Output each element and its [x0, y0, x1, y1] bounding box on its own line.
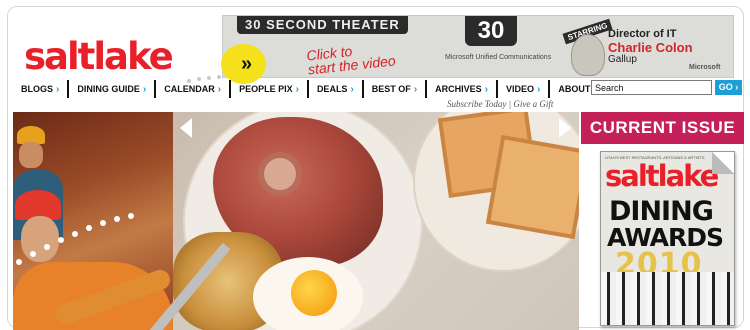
ad-company: Gallup	[608, 54, 637, 65]
search-go-button[interactable]: GO ›	[715, 80, 742, 95]
chevron-right-icon: ›	[56, 83, 60, 95]
chevron-right-icon: ›	[484, 83, 489, 95]
nav-label: PEOPLE PIX	[239, 84, 293, 94]
ad-title: 30 SECOND THEATER	[237, 16, 408, 34]
chevron-right-icon: ›	[217, 83, 222, 95]
current-issue-cover[interactable]: UTAH'S BEST RESTAURANTS, ARTISANS & ARTI…	[600, 151, 735, 326]
nav-label: BEST OF	[371, 84, 411, 94]
hero-slideshow[interactable]	[13, 112, 579, 330]
cover-headline-dining: DINING	[609, 196, 714, 227]
nav-item-dining-guide[interactable]: DINING GUIDE ›	[69, 80, 157, 98]
slideshow-next-icon[interactable]	[559, 118, 571, 138]
nav-item-blogs[interactable]: BLOGS ›	[19, 80, 70, 98]
cover-group-photo	[601, 272, 734, 325]
page-curl-icon	[712, 152, 734, 174]
nav-label: DEALS	[316, 84, 348, 94]
chevron-right-icon: ›	[295, 83, 299, 95]
chevron-right-icon: ›	[537, 83, 541, 95]
ad-person-name: Charlie Colon	[608, 40, 693, 55]
ad-portrait-image	[571, 34, 605, 76]
nav-item-deals[interactable]: DEALS ›	[309, 80, 364, 98]
subscribe-links[interactable]: Subscribe Today | Give a Gift	[447, 99, 553, 109]
chevron-right-icon: ›	[350, 83, 354, 95]
main-nav: BLOGS › DINING GUIDE › CALENDAR › PEOPLE…	[19, 80, 620, 98]
nav-label: DINING GUIDE	[77, 84, 140, 94]
current-issue-heading: CURRENT ISSUE	[581, 112, 744, 144]
nav-item-people-pix[interactable]: PEOPLE PIX ›	[231, 80, 309, 98]
chevron-right-icon: ›	[142, 83, 147, 95]
ad-click-to-play[interactable]: Click to start the video	[306, 39, 397, 77]
nav-item-calendar[interactable]: CALENDAR ›	[156, 80, 232, 98]
ad-brand-logo: Microsoft	[689, 64, 721, 71]
ad-ms-text: Microsoft Unified Communications	[445, 54, 552, 61]
dotted-arc-decoration	[16, 213, 134, 265]
video-ad-banner[interactable]: 30 SECOND THEATER 30 Click to start the …	[222, 15, 734, 78]
search-input[interactable]	[591, 80, 712, 95]
nav-label: CALENDAR	[164, 84, 215, 94]
nav-label: VIDEO	[506, 84, 535, 94]
chevron-right-icon: ›	[413, 83, 418, 95]
ad-number: 30	[465, 16, 517, 46]
breakfast-plate-image	[145, 112, 579, 330]
slideshow-prev-icon[interactable]	[180, 118, 192, 138]
nav-item-best-of[interactable]: BEST OF ›	[364, 80, 428, 98]
nav-label: BLOGS	[21, 84, 54, 94]
nav-item-video[interactable]: VIDEO ›	[498, 80, 551, 98]
ham-bone-shape	[258, 152, 302, 196]
face-shape	[19, 142, 43, 168]
egg-yolk-shape	[291, 270, 337, 316]
toast-shape	[485, 134, 579, 240]
ad-director-title: Director of IT	[608, 28, 677, 40]
cover-logo: saltlake	[605, 159, 719, 193]
site-logo[interactable]: saltlake	[24, 38, 174, 75]
nav-label: ARCHIVES	[435, 84, 482, 94]
nav-item-archives[interactable]: ARCHIVES ›	[427, 80, 499, 98]
